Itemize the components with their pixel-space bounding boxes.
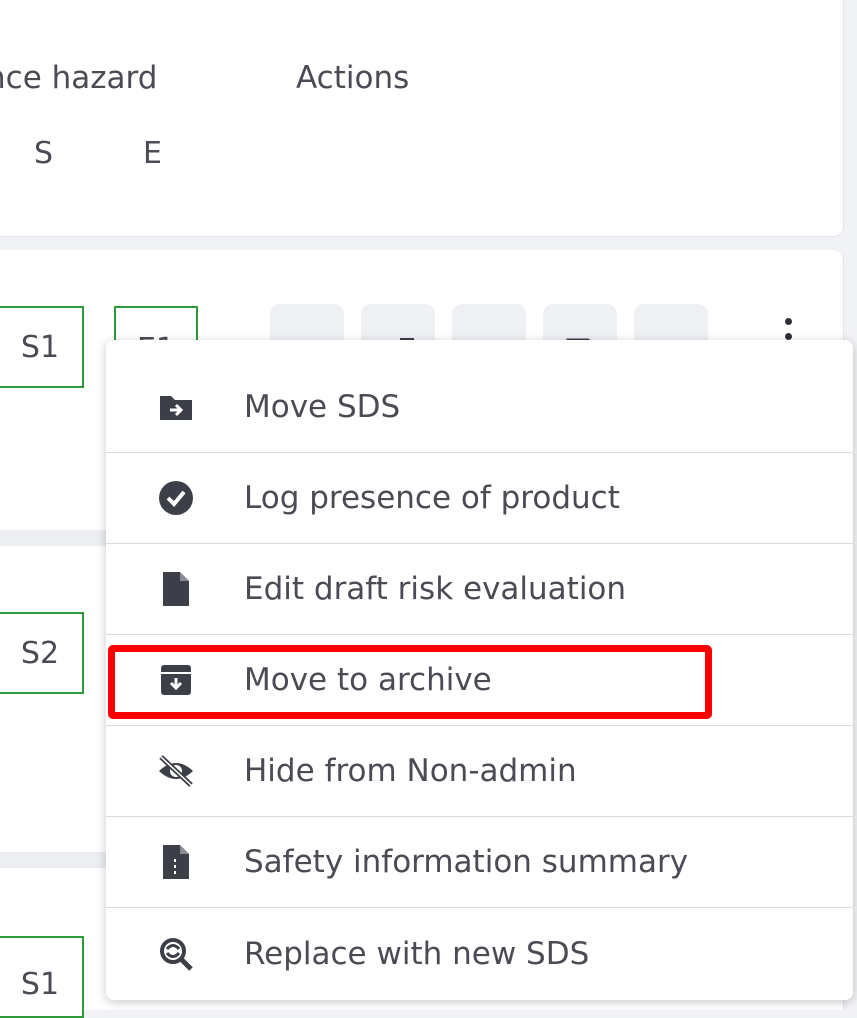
- s-hazard-badge: S1: [0, 936, 84, 1018]
- menu-item-label: Safety information summary: [244, 844, 689, 880]
- table-header: nce hazard Actions S E: [0, 0, 844, 237]
- folder-move-icon: [156, 387, 196, 427]
- search-replace-icon: [156, 934, 196, 974]
- s-hazard-badge: S1: [0, 306, 84, 388]
- menu-item-replace-sds[interactable]: Replace with new SDS: [106, 908, 853, 999]
- file-icon: [156, 569, 196, 609]
- menu-item-label: Edit draft risk evaluation: [244, 571, 627, 607]
- menu-item-label: Move SDS: [244, 389, 401, 425]
- eye-slash-icon: [156, 751, 196, 791]
- file-summary-icon: [156, 842, 196, 882]
- menu-item-label: Log presence of product: [244, 480, 620, 516]
- menu-item-hide-non-admin[interactable]: Hide from Non-admin: [106, 726, 853, 817]
- row-divider: [0, 530, 110, 546]
- highlight-box: [108, 645, 712, 719]
- column-subheader-s: S: [34, 136, 54, 171]
- menu-item-label: Hide from Non-admin: [244, 753, 577, 789]
- menu-item-log-presence[interactable]: Log presence of product: [106, 453, 853, 544]
- check-circle-icon: [156, 478, 196, 518]
- row-divider: [0, 852, 110, 868]
- column-subheader-e: E: [143, 136, 162, 171]
- menu-item-label: Replace with new SDS: [244, 935, 590, 972]
- column-header-hazard: nce hazard: [0, 60, 158, 96]
- menu-item-move-sds[interactable]: Move SDS: [106, 362, 853, 453]
- column-header-actions: Actions: [296, 60, 410, 96]
- menu-item-safety-summary[interactable]: Safety information summary: [106, 817, 853, 908]
- s-hazard-badge: S2: [0, 612, 84, 694]
- menu-item-edit-draft-risk[interactable]: Edit draft risk evaluation: [106, 544, 853, 635]
